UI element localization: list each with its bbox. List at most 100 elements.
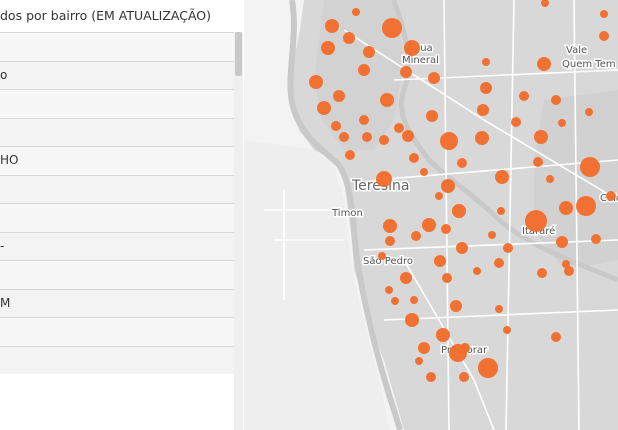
map-view[interactable]: Água Mineral Vale Quem Tem Teresina Timo… bbox=[244, 0, 618, 430]
case-marker[interactable] bbox=[411, 231, 421, 241]
map-canvas[interactable]: Água Mineral Vale Quem Tem Teresina Timo… bbox=[244, 0, 618, 430]
case-marker[interactable] bbox=[537, 57, 551, 71]
case-marker[interactable] bbox=[426, 110, 438, 122]
case-marker[interactable] bbox=[362, 132, 372, 142]
case-marker[interactable] bbox=[394, 123, 404, 133]
case-marker[interactable] bbox=[352, 8, 360, 16]
case-marker[interactable] bbox=[441, 224, 451, 234]
case-marker[interactable] bbox=[415, 357, 423, 365]
case-marker[interactable] bbox=[452, 204, 466, 218]
case-marker[interactable] bbox=[418, 342, 430, 354]
list-item[interactable] bbox=[0, 117, 234, 146]
case-marker[interactable] bbox=[525, 210, 547, 232]
case-marker[interactable] bbox=[556, 236, 568, 248]
list-item[interactable]: HO bbox=[0, 146, 234, 175]
case-marker[interactable] bbox=[503, 326, 511, 334]
case-marker[interactable] bbox=[551, 332, 561, 342]
case-marker[interactable] bbox=[591, 234, 601, 244]
case-marker[interactable] bbox=[442, 273, 452, 283]
case-marker[interactable] bbox=[537, 268, 547, 278]
case-marker[interactable] bbox=[441, 179, 455, 193]
case-marker[interactable] bbox=[450, 300, 462, 312]
case-marker[interactable] bbox=[385, 236, 395, 246]
case-marker[interactable] bbox=[400, 66, 412, 78]
case-marker[interactable] bbox=[564, 266, 574, 276]
case-marker[interactable] bbox=[380, 93, 394, 107]
case-marker[interactable] bbox=[456, 242, 468, 254]
case-marker[interactable] bbox=[317, 101, 331, 115]
list-item[interactable]: o bbox=[0, 60, 234, 89]
scrollbar-thumb[interactable] bbox=[235, 32, 242, 76]
scrollbar-track[interactable] bbox=[234, 32, 243, 430]
case-marker[interactable] bbox=[400, 272, 412, 284]
case-marker[interactable] bbox=[511, 117, 521, 127]
case-marker[interactable] bbox=[558, 119, 566, 127]
case-marker[interactable] bbox=[435, 192, 443, 200]
list-item[interactable] bbox=[0, 89, 234, 118]
case-marker[interactable] bbox=[457, 158, 467, 168]
case-marker[interactable] bbox=[488, 231, 496, 239]
case-marker[interactable] bbox=[333, 90, 345, 102]
case-marker[interactable] bbox=[420, 168, 428, 176]
case-marker[interactable] bbox=[379, 135, 389, 145]
case-marker[interactable] bbox=[426, 372, 436, 382]
case-marker[interactable] bbox=[459, 372, 469, 382]
case-marker[interactable] bbox=[409, 153, 419, 163]
list-item[interactable]: M bbox=[0, 288, 234, 317]
case-marker[interactable] bbox=[473, 267, 481, 275]
case-marker[interactable] bbox=[559, 201, 573, 215]
list-item[interactable] bbox=[0, 203, 234, 232]
case-marker[interactable] bbox=[495, 305, 503, 313]
case-marker[interactable] bbox=[475, 131, 489, 145]
case-marker[interactable] bbox=[480, 82, 492, 94]
case-marker[interactable] bbox=[494, 258, 504, 268]
case-marker[interactable] bbox=[460, 343, 470, 353]
case-marker[interactable] bbox=[436, 328, 450, 342]
case-marker[interactable] bbox=[343, 32, 355, 44]
case-marker[interactable] bbox=[585, 108, 593, 116]
case-marker[interactable] bbox=[404, 40, 420, 56]
case-marker[interactable] bbox=[382, 18, 402, 38]
case-marker[interactable] bbox=[358, 64, 370, 76]
case-marker[interactable] bbox=[495, 170, 509, 184]
case-marker[interactable] bbox=[440, 132, 458, 150]
case-marker[interactable] bbox=[378, 252, 386, 260]
case-marker[interactable] bbox=[359, 115, 369, 125]
case-marker[interactable] bbox=[482, 58, 490, 66]
case-marker[interactable] bbox=[478, 358, 498, 378]
case-marker[interactable] bbox=[410, 296, 418, 304]
case-marker[interactable] bbox=[345, 150, 355, 160]
list-item[interactable] bbox=[0, 174, 234, 203]
list-item[interactable] bbox=[0, 317, 234, 346]
case-marker[interactable] bbox=[533, 157, 543, 167]
case-marker[interactable] bbox=[546, 175, 554, 183]
case-marker[interactable] bbox=[385, 286, 393, 294]
case-marker[interactable] bbox=[477, 104, 489, 116]
case-marker[interactable] bbox=[391, 297, 399, 305]
case-marker[interactable] bbox=[497, 207, 505, 215]
case-marker[interactable] bbox=[428, 72, 440, 84]
case-marker[interactable] bbox=[309, 75, 323, 89]
case-marker[interactable] bbox=[339, 132, 349, 142]
case-marker[interactable] bbox=[363, 46, 375, 58]
case-marker[interactable] bbox=[519, 91, 529, 101]
case-marker[interactable] bbox=[321, 41, 335, 55]
list-item[interactable] bbox=[0, 260, 234, 289]
case-marker[interactable] bbox=[325, 19, 339, 33]
case-marker[interactable] bbox=[576, 196, 596, 216]
case-marker[interactable] bbox=[405, 313, 419, 327]
list-item[interactable] bbox=[0, 345, 234, 374]
case-marker[interactable] bbox=[422, 218, 436, 232]
case-marker[interactable] bbox=[402, 130, 414, 142]
list-item[interactable] bbox=[0, 32, 234, 61]
case-marker[interactable] bbox=[599, 31, 609, 41]
case-marker[interactable] bbox=[606, 191, 616, 201]
case-marker[interactable] bbox=[383, 219, 397, 233]
case-marker[interactable] bbox=[600, 10, 608, 18]
case-marker[interactable] bbox=[551, 95, 561, 105]
case-marker[interactable] bbox=[376, 171, 392, 187]
case-marker[interactable] bbox=[434, 255, 446, 267]
case-marker[interactable] bbox=[580, 157, 600, 177]
case-marker[interactable] bbox=[331, 121, 341, 131]
list-item[interactable]: - bbox=[0, 231, 234, 260]
